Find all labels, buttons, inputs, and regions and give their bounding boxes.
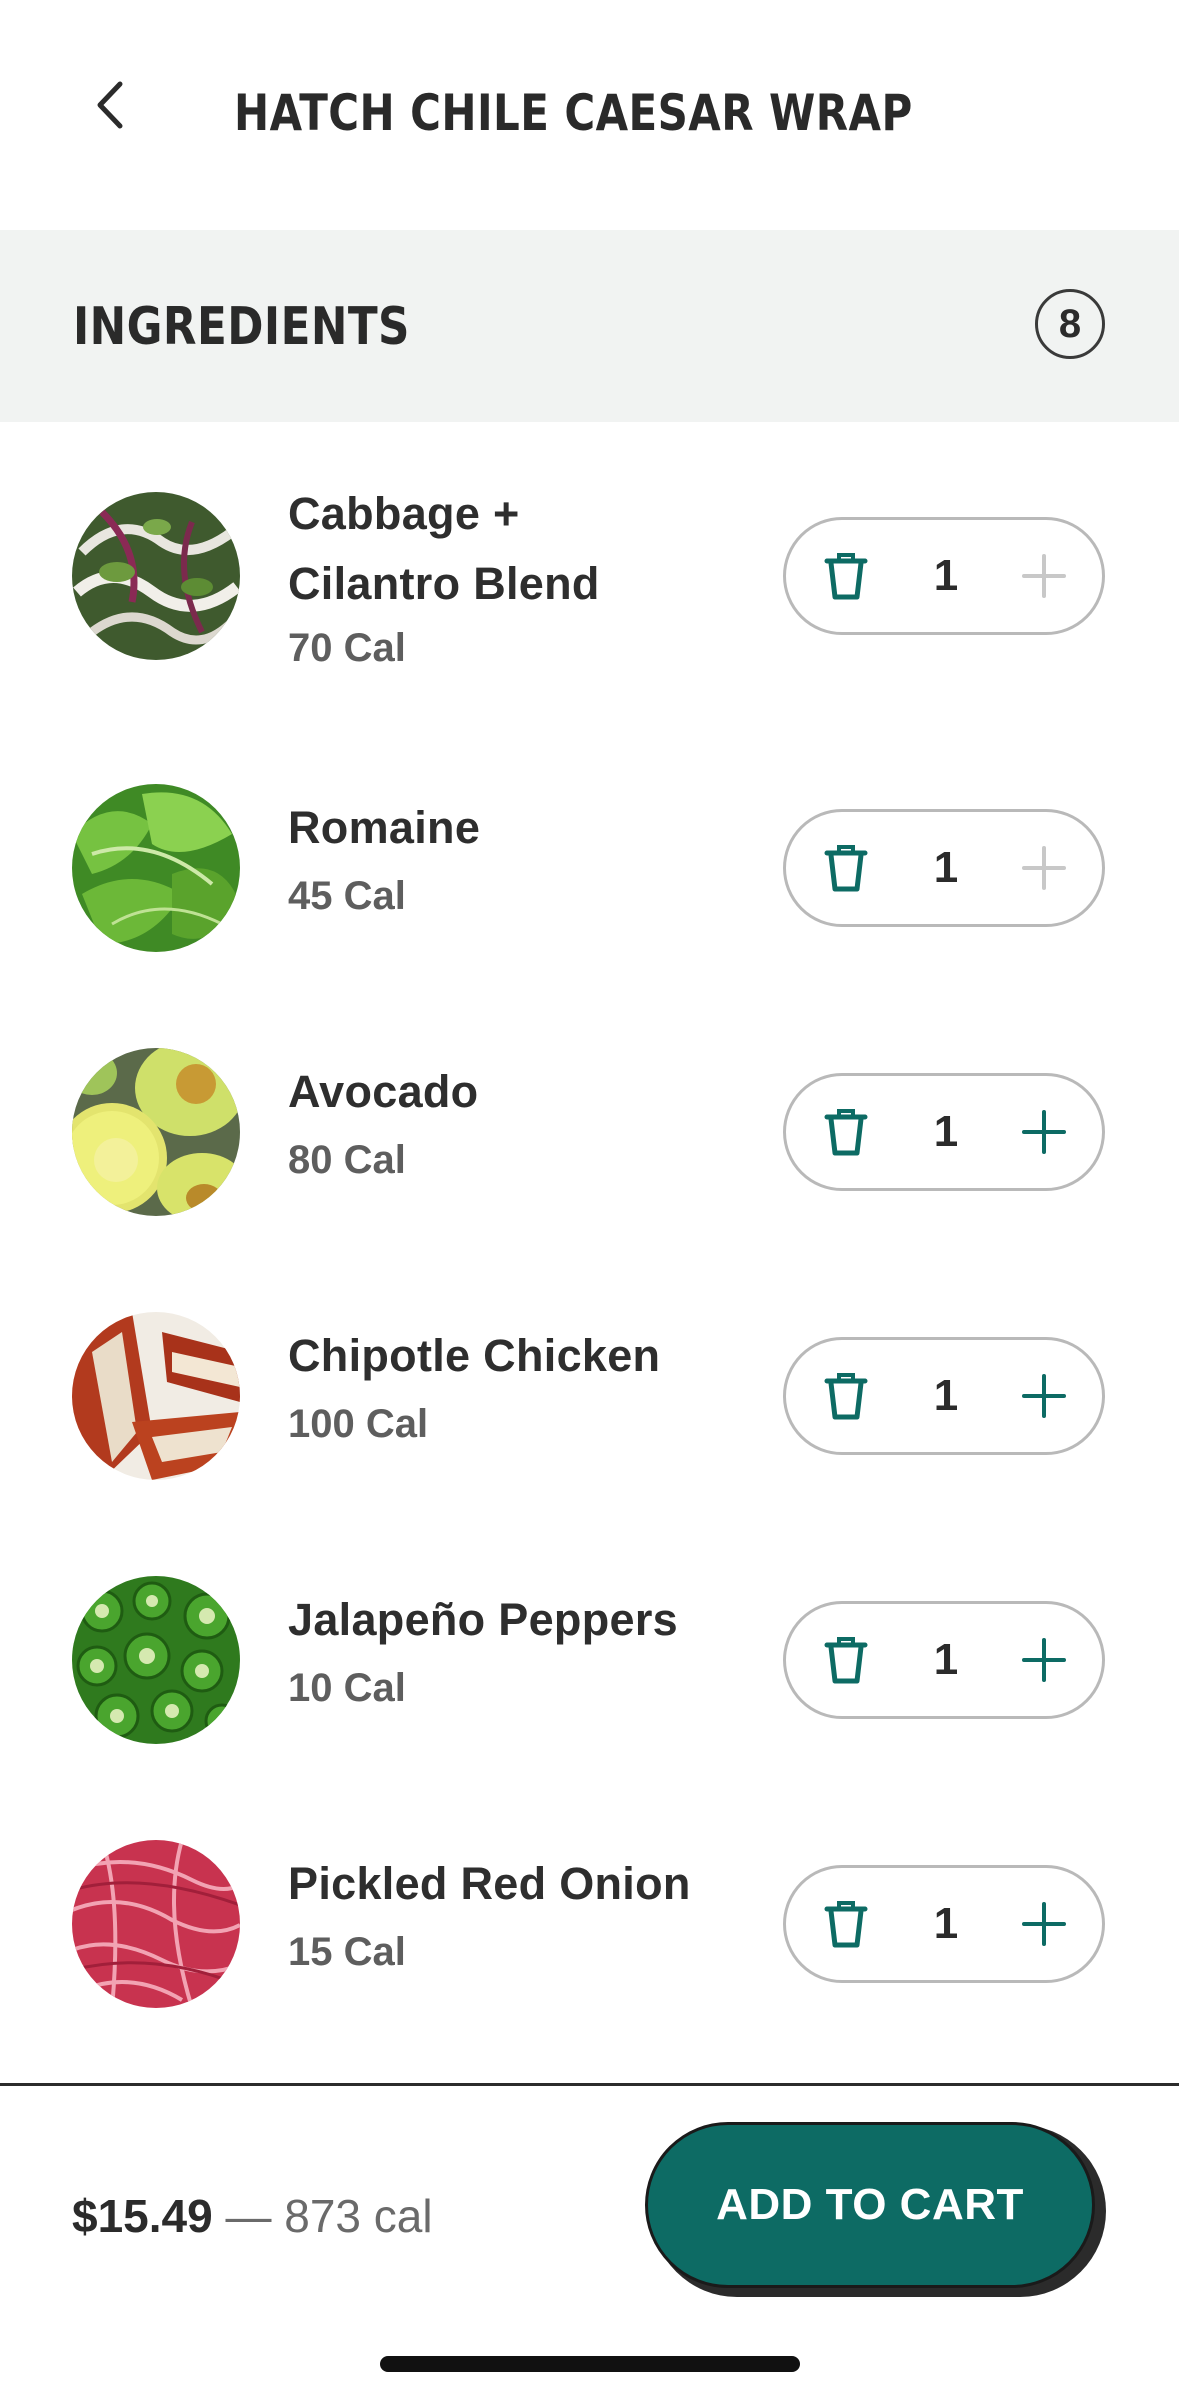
ingredient-name: Pickled Red Onion: [288, 1858, 691, 1909]
plus-icon: [1022, 554, 1066, 598]
quantity-value: 1: [933, 1107, 959, 1156]
trash-icon: [824, 1109, 868, 1156]
ingredient-calories: 70 Cal: [288, 626, 406, 670]
plus-icon: [1022, 1638, 1066, 1682]
trash-icon: [824, 553, 868, 600]
ingredient-info: Pickled Red Onion 15 Cal: [288, 1848, 748, 1980]
quantity-value: 1: [933, 551, 959, 600]
remove-button[interactable]: [786, 1340, 906, 1452]
ingredient-image: [72, 1048, 240, 1216]
ingredient-calories: 10 Cal: [288, 1666, 406, 1710]
increase-button[interactable]: [986, 812, 1102, 924]
quantity-stepper: 1: [783, 517, 1105, 635]
quantity-stepper: 1: [783, 1337, 1105, 1455]
price-summary: $15.49 — 873 cal: [72, 2186, 433, 2246]
ingredient-calories: 15 Cal: [288, 1930, 406, 1974]
remove-button[interactable]: [786, 812, 906, 924]
ingredient-image: [72, 784, 240, 952]
ingredient-name: Chipotle Chicken: [288, 1330, 661, 1381]
remove-button[interactable]: [786, 520, 906, 632]
trash-icon: [824, 845, 868, 892]
quantity-stepper: 1: [783, 809, 1105, 927]
ingredient-name-line2: Cilantro Blend: [288, 558, 600, 609]
ingredient-info: Jalapeño Peppers 10 Cal: [288, 1584, 748, 1716]
ingredients-section-header: INGREDIENTS 8: [0, 230, 1179, 422]
trash-icon: [824, 1373, 868, 1420]
plus-icon: [1022, 846, 1066, 890]
plus-icon: [1022, 1374, 1066, 1418]
quantity-stepper: 1: [783, 1073, 1105, 1191]
ingredient-name: Romaine: [288, 802, 481, 853]
total-price: $15.49: [72, 2190, 213, 2242]
trash-icon: [824, 1901, 868, 1948]
price-separator: —: [225, 2190, 272, 2242]
ingredient-info: Cabbage + Cilantro Blend 70 Cal: [288, 478, 748, 676]
increase-button[interactable]: [986, 520, 1102, 632]
add-to-cart-button[interactable]: ADD TO CART: [645, 2122, 1095, 2288]
ingredient-name: Cabbage +: [288, 488, 520, 539]
increase-button[interactable]: [986, 1076, 1102, 1188]
remove-button[interactable]: [786, 1604, 906, 1716]
ingredient-count-badge: 8: [1035, 289, 1105, 359]
section-title: INGREDIENTS: [73, 297, 410, 357]
total-calories: 873 cal: [284, 2190, 433, 2242]
ingredient-info: Romaine 45 Cal: [288, 792, 748, 924]
quantity-value: 1: [933, 1899, 959, 1948]
quantity-value: 1: [933, 1371, 959, 1420]
trash-icon: [824, 1637, 868, 1684]
quantity-stepper: 1: [783, 1865, 1105, 1983]
chevron-left-icon: [97, 81, 123, 129]
ingredient-name: Avocado: [288, 1066, 479, 1117]
ingredient-image: [72, 1312, 240, 1480]
ingredient-calories: 80 Cal: [288, 1138, 406, 1182]
back-button[interactable]: [80, 75, 140, 135]
plus-icon: [1022, 1110, 1066, 1154]
ingredient-info: Avocado 80 Cal: [288, 1056, 748, 1188]
ingredient-calories: 100 Cal: [288, 1402, 429, 1446]
increase-button[interactable]: [986, 1868, 1102, 1980]
ingredient-info: Chipotle Chicken 100 Cal: [288, 1320, 748, 1452]
ingredient-calories: 45 Cal: [288, 874, 406, 918]
quantity-value: 1: [933, 843, 959, 892]
quantity-stepper: 1: [783, 1601, 1105, 1719]
plus-icon: [1022, 1902, 1066, 1946]
ingredient-image: [72, 1840, 240, 2008]
remove-button[interactable]: [786, 1076, 906, 1188]
ingredient-image: [72, 492, 240, 660]
increase-button[interactable]: [986, 1340, 1102, 1452]
home-indicator: [380, 2356, 800, 2372]
footer: $15.49 — 873 cal ADD TO CART: [0, 2086, 1179, 2396]
quantity-value: 1: [933, 1635, 959, 1684]
increase-button[interactable]: [986, 1604, 1102, 1716]
remove-button[interactable]: [786, 1868, 906, 1980]
page-title: HATCH CHILE CAESAR WRAP: [234, 84, 913, 142]
header: HATCH CHILE CAESAR WRAP: [0, 0, 1179, 230]
ingredient-name: Jalapeño Peppers: [288, 1594, 678, 1645]
ingredient-image: [72, 1576, 240, 1744]
